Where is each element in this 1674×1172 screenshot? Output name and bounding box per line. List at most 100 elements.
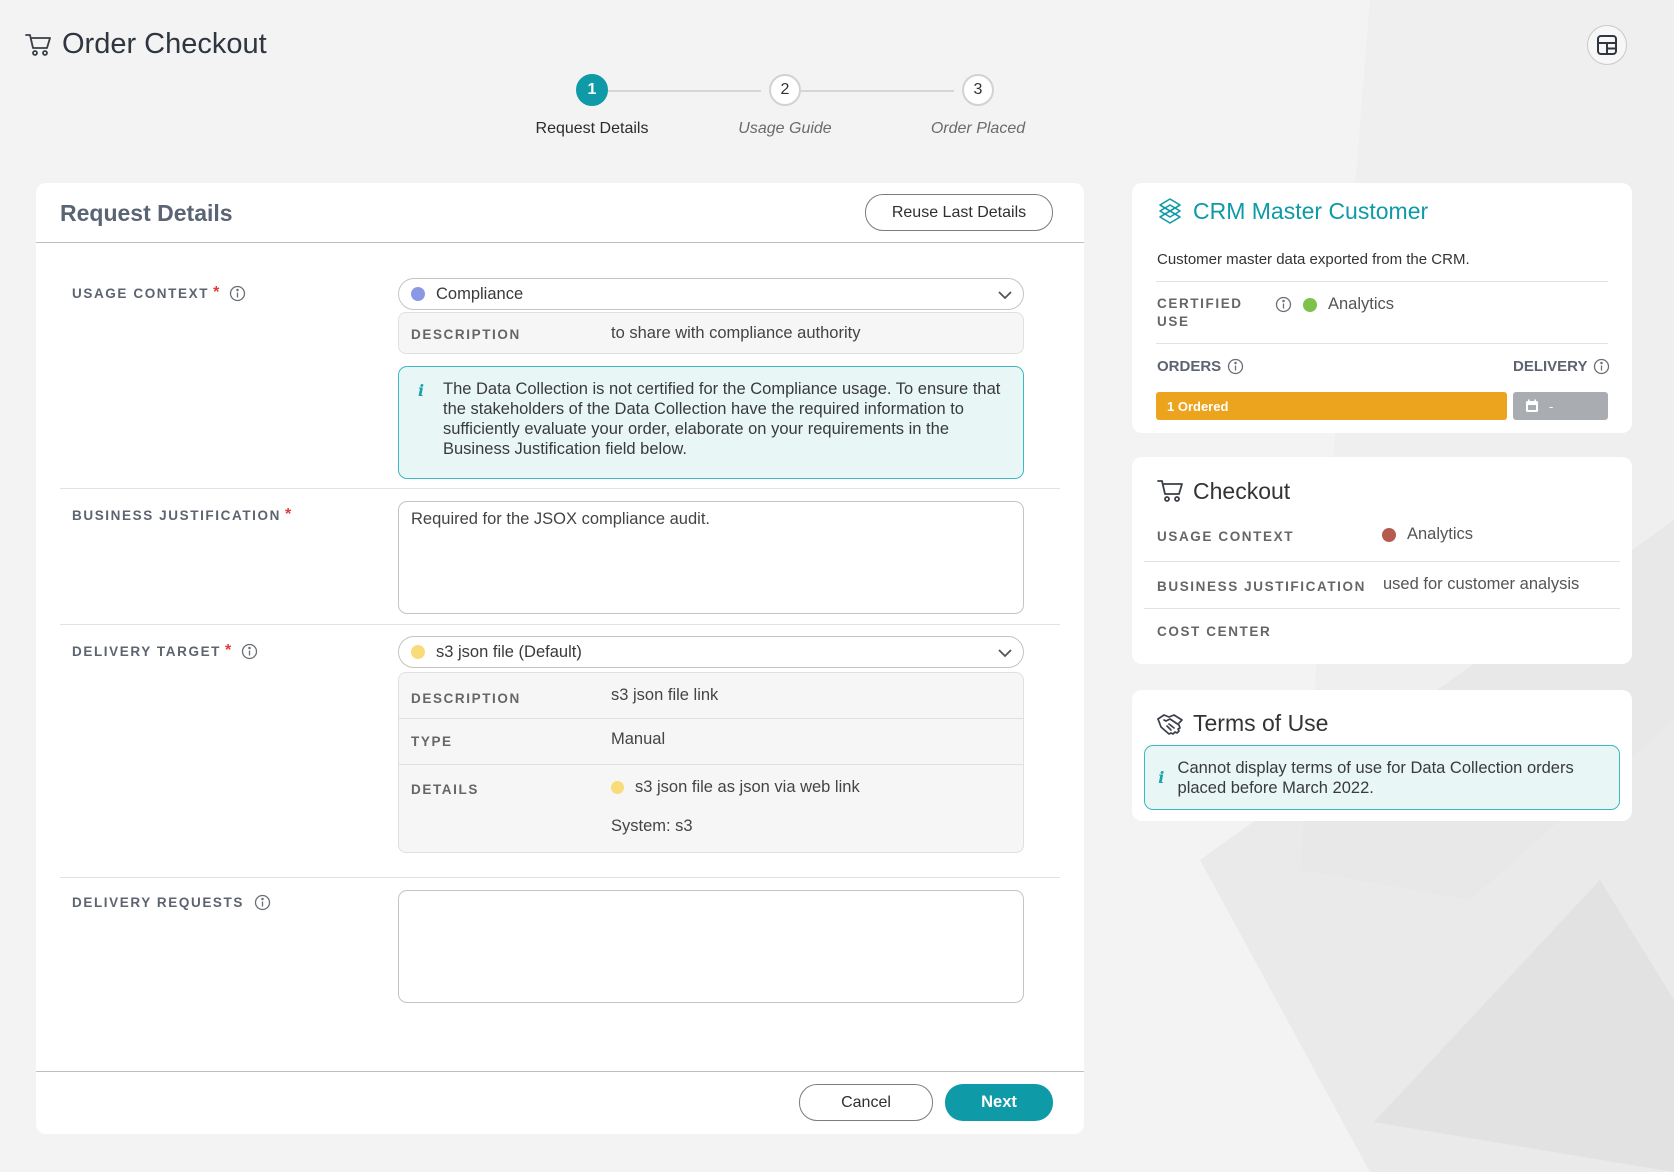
- description-row: DESCRIPTION s3 json file link: [399, 673, 1023, 719]
- card-title: Request Details: [60, 200, 233, 226]
- card-header: Request Details Reuse Last Details: [36, 183, 1084, 243]
- cancel-button[interactable]: Cancel: [799, 1084, 933, 1121]
- info-icon[interactable]: [241, 643, 258, 660]
- handshake-icon: [1156, 711, 1184, 737]
- delivery-requests-textarea[interactable]: [398, 890, 1024, 1003]
- collection-name: CRM Master Customer: [1193, 197, 1429, 224]
- business-justification-section: BUSINESS JUSTIFICATION * Required for the…: [60, 489, 1060, 625]
- delivery-target-select[interactable]: s3 json file (Default): [398, 636, 1024, 668]
- info-icon[interactable]: [229, 285, 246, 302]
- cost-center-key: COST CENTER: [1157, 624, 1272, 639]
- type-row: TYPE Manual: [399, 719, 1023, 765]
- details-text: s3 json file as json via web link: [635, 778, 860, 796]
- business-justification-value: used for customer analysis: [1383, 575, 1580, 593]
- delivery-target-details: DESCRIPTION s3 json file link TYPE Manua…: [398, 672, 1024, 853]
- page-title: Order Checkout: [62, 28, 267, 60]
- certified-dot: [1303, 297, 1317, 312]
- analytics-dot: [1382, 527, 1396, 542]
- compliance-dot: [411, 287, 425, 301]
- layout-icon: [1596, 34, 1618, 56]
- required-marker: *: [284, 506, 292, 523]
- certified-use-value: Analytics: [1303, 295, 1394, 314]
- delivery-target-label: DELIVERY TARGET *: [72, 642, 258, 660]
- usage-context-value: Analytics: [1382, 525, 1473, 544]
- step-usage-guide[interactable]: 2 Usage Guide: [705, 74, 865, 138]
- divider: [1144, 561, 1620, 562]
- checkout-stepper: 1 Request Details 2 Usage Guide 3 Order …: [536, 74, 1092, 144]
- card-footer: Cancel Next: [36, 1071, 1084, 1134]
- step-label: Order Placed: [930, 120, 1026, 137]
- usage-context-description: DESCRIPTION to share with compliance aut…: [398, 312, 1024, 354]
- step-request-details[interactable]: 1 Request Details: [512, 74, 672, 138]
- details-key: DETAILS: [411, 782, 479, 797]
- chevron-down-icon: [997, 645, 1013, 661]
- step-number: 2: [769, 74, 801, 106]
- calendar-icon: [1525, 399, 1539, 413]
- step-number: 1: [576, 74, 608, 106]
- terms-notice: i Cannot display terms of use for Data C…: [1144, 745, 1620, 810]
- collection-summary-card: CRM Master Customer Customer master data…: [1132, 183, 1632, 433]
- description-value: to share with compliance authority: [611, 324, 861, 342]
- usage-context-label: USAGE CONTEXT *: [72, 284, 246, 302]
- collection-description: Customer master data exported from the C…: [1157, 251, 1470, 268]
- usage-context-select[interactable]: Compliance: [398, 278, 1024, 310]
- step-number: 3: [962, 74, 994, 106]
- delivery-label: DELIVERY: [1513, 358, 1588, 375]
- usage-context-key: USAGE CONTEXT: [1157, 529, 1295, 544]
- step-label: Request Details: [535, 120, 649, 137]
- chevron-down-icon: [997, 287, 1013, 303]
- description-row: DESCRIPTION to share with compliance aut…: [399, 313, 1023, 355]
- notice-text: The Data Collection is not certified for…: [443, 380, 1001, 458]
- details-line-2: System: s3: [611, 817, 693, 835]
- cart-icon: [1156, 477, 1184, 505]
- required-marker: *: [213, 284, 220, 301]
- info-icon: i: [417, 381, 425, 400]
- usage-context-text: Analytics: [1407, 525, 1474, 543]
- delivery-text: -: [1549, 398, 1554, 414]
- description-key: DESCRIPTION: [411, 691, 521, 706]
- collection-title[interactable]: CRM Master Customer: [1156, 197, 1428, 225]
- details-row: DETAILS s3 json file as json via web lin…: [399, 765, 1023, 852]
- info-icon[interactable]: [1227, 358, 1244, 375]
- delivery-requests-section: DELIVERY REQUESTS: [60, 878, 1060, 1058]
- info-icon[interactable]: [1275, 296, 1292, 313]
- required-marker: *: [225, 642, 232, 659]
- data-collection-icon: [1156, 197, 1184, 225]
- business-justification-key: BUSINESS JUSTIFICATION: [1157, 579, 1366, 594]
- selected-value: s3 json file (Default): [436, 642, 582, 661]
- orders-header: ORDERS: [1157, 358, 1244, 375]
- s3-dot: [411, 645, 425, 659]
- layout-toggle-button[interactable]: [1587, 25, 1627, 65]
- description-key: DESCRIPTION: [411, 327, 521, 342]
- info-icon: i: [1158, 768, 1165, 787]
- divider: [1144, 608, 1620, 609]
- business-justification-textarea[interactable]: Required for the JSOX compliance audit.: [398, 501, 1024, 614]
- step-order-placed[interactable]: 3 Order Placed: [898, 74, 1058, 138]
- divider: [1156, 343, 1608, 344]
- next-button[interactable]: Next: [945, 1084, 1053, 1121]
- checkout-summary-card: Checkout USAGE CONTEXT Analytics BUSINES…: [1132, 457, 1632, 664]
- info-icon[interactable]: [254, 894, 271, 911]
- usage-context-section: USAGE CONTEXT * Compliance DESCRIPTION to…: [60, 244, 1060, 489]
- terms-of-use-card: Terms of Use i Cannot display terms of u…: [1132, 690, 1632, 821]
- checkout-title: Checkout: [1193, 477, 1291, 504]
- certification-notice: i The Data Collection is not certified f…: [398, 366, 1024, 479]
- app-header: Order Checkout: [24, 28, 267, 61]
- selected-value: Compliance: [436, 284, 524, 303]
- type-value: Manual: [611, 730, 666, 748]
- request-details-card: Request Details Reuse Last Details USAGE…: [36, 183, 1084, 1134]
- reuse-last-details-button[interactable]: Reuse Last Details: [865, 194, 1053, 231]
- certified-use-key: CERTIFIED USE: [1157, 295, 1243, 331]
- label-text: DELIVERY TARGET: [72, 643, 222, 659]
- delivery-status-bar[interactable]: -: [1513, 392, 1608, 420]
- label-text: USAGE CONTEXT: [72, 285, 210, 301]
- orders-label: ORDERS: [1157, 358, 1222, 375]
- ordered-status-bar[interactable]: 1 Ordered: [1156, 392, 1507, 420]
- label-text: DELIVERY REQUESTS: [72, 895, 244, 910]
- terms-title: Terms of Use: [1193, 710, 1329, 736]
- info-icon[interactable]: [1593, 358, 1610, 375]
- label-text: BUSINESS JUSTIFICATION: [72, 507, 281, 523]
- delivery-header: DELIVERY: [1513, 358, 1610, 375]
- cart-icon: [24, 31, 52, 59]
- key-line: USE: [1157, 314, 1190, 329]
